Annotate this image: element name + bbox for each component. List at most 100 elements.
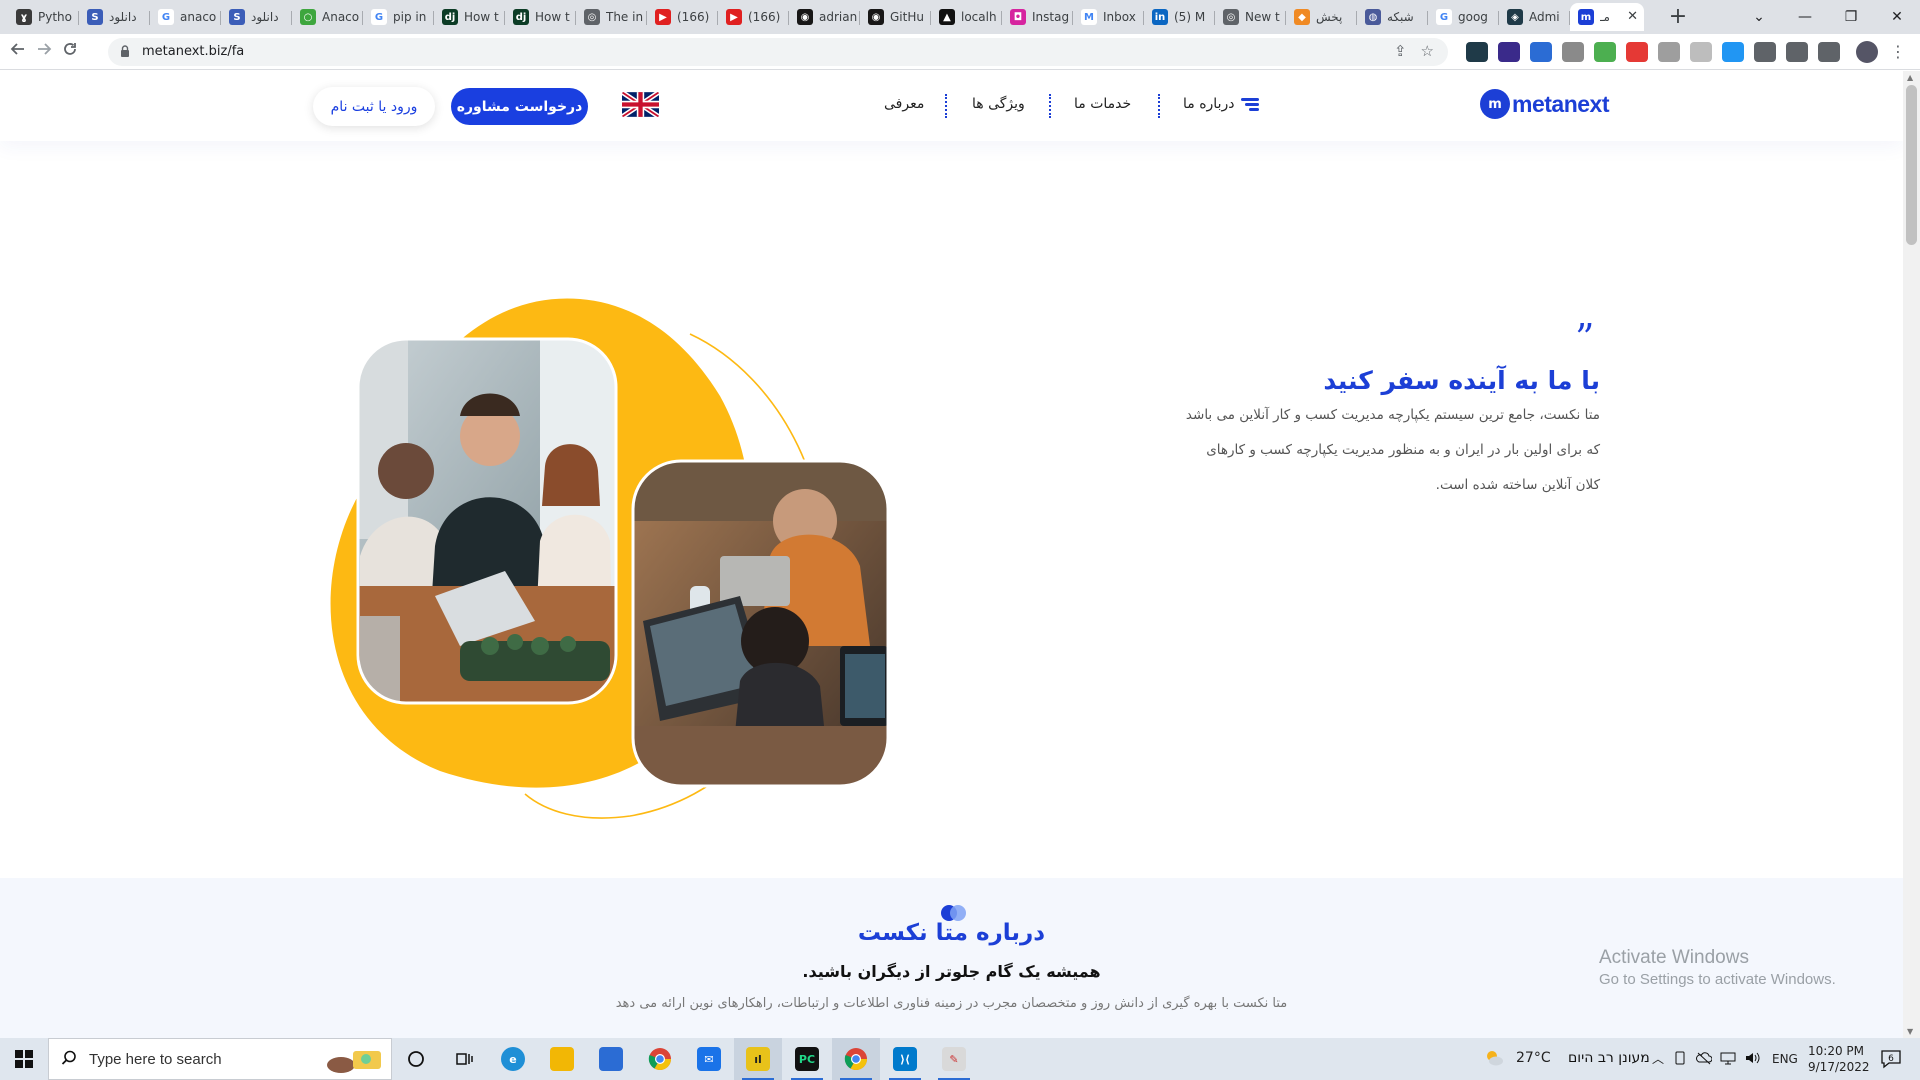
input-language[interactable]: ENG	[1772, 1052, 1798, 1066]
login-register-button[interactable]: ورود یا ثبت نام	[313, 87, 435, 126]
taskbar-paint[interactable]: ✎	[930, 1038, 978, 1080]
new-tab-button[interactable]: +	[1664, 3, 1692, 31]
reload-button[interactable]	[58, 40, 82, 64]
notification-center-icon[interactable]: 6	[1880, 1049, 1902, 1069]
tab-favicon-icon: ▲	[939, 9, 955, 25]
profile-avatar[interactable]	[1856, 41, 1878, 63]
nav-about[interactable]: درباره ما	[1183, 96, 1234, 112]
extension-icon[interactable]	[1466, 42, 1488, 62]
extension-icon[interactable]	[1594, 42, 1616, 62]
nav-services[interactable]: خدمات ما	[1074, 96, 1131, 112]
speaker-volume-icon[interactable]	[1744, 1051, 1760, 1065]
reading-list-icon[interactable]	[1786, 42, 1808, 62]
browser-tab[interactable]: ◉ GitHu	[860, 3, 931, 31]
browser-tab[interactable]: ▶ (166)	[647, 3, 718, 31]
browser-toolbar: metanext.biz/fa ⇪ ☆ ⋮	[0, 34, 1920, 70]
browser-tab[interactable]: dj How t	[505, 3, 576, 31]
network-icon[interactable]	[1720, 1051, 1736, 1065]
close-window-button[interactable]: ✕	[1874, 0, 1920, 34]
browser-tab[interactable]: dj How t	[434, 3, 505, 31]
browser-tab[interactable]: ◍ شبکه	[1357, 3, 1428, 31]
puzzle-icon[interactable]	[1754, 42, 1776, 62]
scroll-down-arrow-icon[interactable]: ▼	[1907, 1027, 1913, 1036]
close-tab-icon[interactable]: ✕	[1627, 9, 1638, 24]
browser-tab[interactable]: S دانلود	[221, 3, 292, 31]
nav-intro[interactable]: معرفی	[884, 96, 924, 112]
side-panel-icon[interactable]	[1818, 42, 1840, 62]
extension-icon[interactable]	[1690, 42, 1712, 62]
extension-icon[interactable]	[1626, 42, 1648, 62]
cortana-button[interactable]	[392, 1038, 440, 1080]
taskbar-pycharm[interactable]: PC	[783, 1038, 831, 1080]
browser-tab[interactable]: in (5) M	[1144, 3, 1215, 31]
tab-favicon-icon: dj	[442, 9, 458, 25]
weather-temperature[interactable]: 27°C	[1516, 1050, 1551, 1066]
tab-favicon-icon: ◘	[1010, 9, 1026, 25]
tab-search-button[interactable]: ⌄	[1736, 0, 1782, 34]
taskbar-vscode[interactable]: ⟩⟨	[881, 1038, 929, 1080]
browser-tab[interactable]: ◉ adrian	[789, 3, 860, 31]
extension-icon[interactable]	[1530, 42, 1552, 62]
browser-tab[interactable]: Ggoog	[1428, 3, 1499, 31]
scroll-up-arrow-icon[interactable]: ▲	[1907, 73, 1913, 82]
browser-tab[interactable]: M Inbox	[1073, 3, 1144, 31]
tab-favicon-icon: M	[1081, 9, 1097, 25]
taskbar-search-box[interactable]: Type here to search	[48, 1038, 392, 1080]
taskbar-chrome-active[interactable]	[832, 1038, 880, 1080]
maximize-button[interactable]: ❐	[1828, 0, 1874, 34]
browser-tab[interactable]: S دانلود	[79, 3, 150, 31]
browser-menu-icon[interactable]: ⋮	[1890, 42, 1906, 61]
show-hidden-icons-icon[interactable]: ︿	[1652, 1050, 1664, 1067]
back-button[interactable]	[6, 40, 30, 64]
browser-tab[interactable]: ◆ پخش	[1286, 3, 1357, 31]
weather-description[interactable]: מעונן רב היום	[1568, 1050, 1650, 1066]
lock-icon[interactable]	[120, 45, 130, 57]
start-button[interactable]	[0, 1038, 48, 1080]
reload-icon	[64, 43, 76, 55]
tab-favicon-icon: S	[87, 9, 103, 25]
browser-tab[interactable]: ◈ Admi	[1499, 3, 1570, 31]
share-icon[interactable]: ⇪	[1394, 42, 1407, 60]
menu-lines-icon[interactable]	[1241, 98, 1259, 112]
taskbar-app-yellow[interactable]: ıl	[734, 1038, 782, 1080]
browser-tab[interactable]: Gpip in	[363, 3, 434, 31]
tray-device-icon[interactable]	[1672, 1051, 1688, 1065]
browser-tab[interactable]: ▶ (166)	[718, 3, 789, 31]
tab-title: Pytho	[38, 10, 72, 24]
windows-taskbar: Type here to search e ✉ ıl PC ⟩⟨ ✎ 27°C …	[0, 1038, 1920, 1080]
browser-tab[interactable]: ◘ Instag	[1002, 3, 1073, 31]
taskbar-store[interactable]	[587, 1038, 635, 1080]
browser-tab[interactable]: ◎ The in	[576, 3, 647, 31]
url-text[interactable]: metanext.biz/fa	[142, 44, 244, 59]
extension-icon[interactable]	[1722, 42, 1744, 62]
system-clock[interactable]: 10:20 PM 9/17/2022	[1808, 1043, 1870, 1075]
address-bar[interactable]: metanext.biz/fa ⇪ ☆	[108, 38, 1448, 66]
site-logo[interactable]: m metanext	[1480, 88, 1609, 120]
browser-tab[interactable]: ɣ Pytho	[8, 3, 79, 31]
nav-features[interactable]: ویژگی ها	[972, 96, 1025, 112]
weather-cloud-sun-icon[interactable]	[1484, 1048, 1504, 1068]
browser-tab[interactable]: ▲ localh	[931, 3, 1002, 31]
taskbar-edge[interactable]: e	[489, 1038, 537, 1080]
browser-tab[interactable]: Ganaco	[150, 3, 221, 31]
extension-icon[interactable]	[1562, 42, 1584, 62]
tab-title: adrian	[819, 10, 858, 24]
uk-flag-icon[interactable]	[622, 92, 659, 117]
onedrive-cloud-icon[interactable]	[1696, 1051, 1712, 1065]
taskbar-file-explorer[interactable]	[538, 1038, 586, 1080]
browser-tab[interactable]: ○ Anaco	[292, 3, 363, 31]
scroll-thumb[interactable]	[1906, 85, 1917, 245]
bookmark-star-icon[interactable]: ☆	[1421, 42, 1434, 60]
forward-button[interactable]	[32, 40, 56, 64]
taskbar-chrome[interactable]	[636, 1038, 684, 1080]
taskbar-mail[interactable]: ✉	[685, 1038, 733, 1080]
extension-icon[interactable]	[1658, 42, 1680, 62]
browser-tab[interactable]: ◎ New t	[1215, 3, 1286, 31]
browser-tab-active[interactable]: m مـ ✕	[1570, 3, 1644, 31]
page-scrollbar[interactable]: ▲ ▼	[1903, 71, 1920, 1038]
consultation-request-button[interactable]: درخواست مشاوره	[451, 88, 588, 125]
extension-icon[interactable]	[1498, 42, 1520, 62]
minimize-button[interactable]: —	[1782, 0, 1828, 34]
task-view-button[interactable]	[440, 1038, 488, 1080]
tab-favicon-icon: ▶	[726, 9, 742, 25]
